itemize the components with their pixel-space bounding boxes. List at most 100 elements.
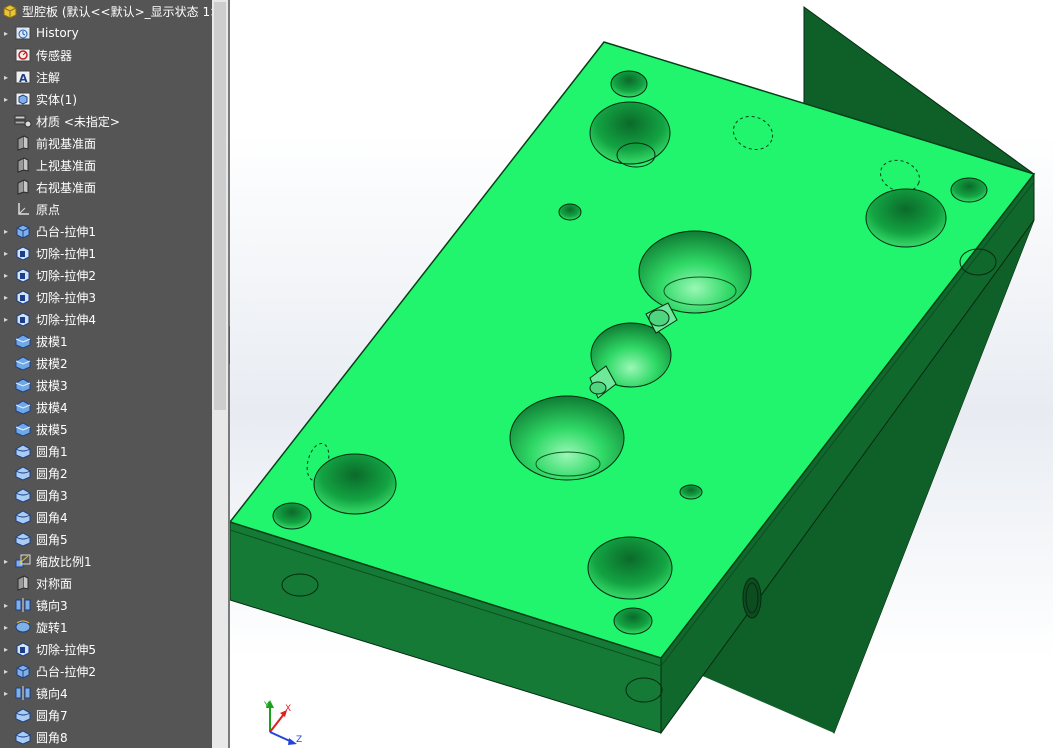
tree-item-28[interactable]: ▸ 切除-拉伸5 bbox=[0, 638, 212, 660]
tree-item-14[interactable]: 拔模1 bbox=[0, 330, 212, 352]
tree-item-2[interactable]: ▸ A 注解 bbox=[0, 66, 212, 88]
tree-item-4[interactable]: 材质 <未指定> bbox=[0, 110, 212, 132]
tree-item-29[interactable]: ▸ 凸台-拉伸2 bbox=[0, 660, 212, 682]
extrude-cut-icon bbox=[14, 267, 32, 283]
fillet-icon bbox=[14, 465, 32, 481]
tree-item-label: 实体(1) bbox=[36, 92, 77, 107]
draft-icon bbox=[14, 377, 32, 393]
tree-item-12[interactable]: ▸ 切除-拉伸3 bbox=[0, 286, 212, 308]
tree-item-1[interactable]: 传感器 bbox=[0, 44, 212, 66]
tree-item-label: 拔模3 bbox=[36, 378, 68, 393]
tree-item-16[interactable]: 拔模3 bbox=[0, 374, 212, 396]
expand-arrow-icon[interactable]: ▸ bbox=[1, 227, 11, 236]
tree-item-24[interactable]: ▸ 缩放比例1 bbox=[0, 550, 212, 572]
graphics-viewport[interactable]: Y X Z bbox=[230, 0, 1053, 748]
tree-item-0[interactable]: ▸ History bbox=[0, 22, 212, 44]
expand-arrow-icon[interactable]: ▸ bbox=[1, 315, 11, 324]
plane-icon bbox=[14, 157, 32, 173]
tree-item-11[interactable]: ▸ 切除-拉伸2 bbox=[0, 264, 212, 286]
tree-item-31[interactable]: 圆角7 bbox=[0, 704, 212, 726]
tree-item-20[interactable]: 圆角2 bbox=[0, 462, 212, 484]
tree-item-30[interactable]: ▸ 镜向4 bbox=[0, 682, 212, 704]
expand-arrow-icon[interactable]: ▸ bbox=[1, 95, 11, 104]
expand-arrow-icon[interactable]: ▸ bbox=[1, 645, 11, 654]
tree-item-label: 拔模1 bbox=[36, 334, 68, 349]
tree-item-22[interactable]: 圆角4 bbox=[0, 506, 212, 528]
expand-arrow-icon[interactable]: ▸ bbox=[1, 557, 11, 566]
tree-item-label: 切除-拉伸3 bbox=[36, 290, 96, 305]
tree-item-label: 上视基准面 bbox=[36, 158, 97, 173]
tree-item-label: 前视基准面 bbox=[36, 136, 97, 151]
tree-item-label: 材质 <未指定> bbox=[36, 114, 120, 129]
mirror-icon bbox=[14, 685, 32, 701]
tree-item-9[interactable]: ▸ 凸台-拉伸1 bbox=[0, 220, 212, 242]
fillet-icon bbox=[14, 531, 32, 547]
expand-arrow-icon[interactable]: ▸ bbox=[1, 249, 11, 258]
tree-item-18[interactable]: 拔模5 bbox=[0, 418, 212, 440]
expand-arrow-icon[interactable]: ▸ bbox=[1, 271, 11, 280]
tree-item-label: 拔模5 bbox=[36, 422, 68, 437]
tree-item-label: 凸台-拉伸1 bbox=[36, 224, 96, 239]
tree-item-label: 拔模4 bbox=[36, 400, 68, 415]
mold-plate-model[interactable] bbox=[230, 0, 1053, 748]
triad-z-label: Z bbox=[296, 735, 302, 745]
tree-item-10[interactable]: ▸ 切除-拉伸1 bbox=[0, 242, 212, 264]
tree-item-27[interactable]: ▸ 旋转1 bbox=[0, 616, 212, 638]
tree-item-label: 圆角2 bbox=[36, 466, 68, 481]
tree-item-label: 原点 bbox=[36, 202, 61, 217]
extrude-cut-icon bbox=[14, 245, 32, 261]
view-orientation-triad: Y X Z bbox=[258, 698, 306, 746]
tree-item-25[interactable]: 对称面 bbox=[0, 572, 212, 594]
history-icon bbox=[14, 25, 32, 41]
tree-item-label: 凸台-拉伸2 bbox=[36, 664, 96, 679]
expand-arrow-icon[interactable]: ▸ bbox=[1, 29, 11, 38]
extrude-cut-icon bbox=[14, 311, 32, 327]
draft-icon bbox=[14, 399, 32, 415]
scrollbar-thumb[interactable] bbox=[214, 2, 226, 410]
tree-item-21[interactable]: 圆角3 bbox=[0, 484, 212, 506]
expand-arrow-icon[interactable]: ▸ bbox=[1, 689, 11, 698]
feature-tree-scrollbar[interactable] bbox=[212, 0, 228, 748]
annotation-icon: A bbox=[14, 69, 32, 85]
feature-tree-panel: 型腔板 (默认<<默认>_显示状态 1>) ▸ History 传感器 ▸ A 注解 ▸ 实体… bbox=[0, 0, 212, 748]
tree-item-label: 切除-拉伸5 bbox=[36, 642, 96, 657]
tree-item-8[interactable]: 原点 bbox=[0, 198, 212, 220]
tree-item-17[interactable]: 拔模4 bbox=[0, 396, 212, 418]
expand-arrow-icon[interactable]: ▸ bbox=[1, 667, 11, 676]
tree-item-label: 切除-拉伸1 bbox=[36, 246, 96, 261]
tree-item-label: 圆角4 bbox=[36, 510, 68, 525]
expand-arrow-icon[interactable]: ▸ bbox=[1, 293, 11, 302]
expand-arrow-icon[interactable]: ▸ bbox=[1, 601, 11, 610]
tree-item-15[interactable]: 拔模2 bbox=[0, 352, 212, 374]
tree-item-23[interactable]: 圆角5 bbox=[0, 528, 212, 550]
svg-text:A: A bbox=[19, 72, 28, 85]
tree-item-label: History bbox=[36, 26, 79, 40]
tree-item-26[interactable]: ▸ 镜向3 bbox=[0, 594, 212, 616]
draft-icon bbox=[14, 333, 32, 349]
expand-arrow-icon[interactable]: ▸ bbox=[1, 623, 11, 632]
tree-item-5[interactable]: 前视基准面 bbox=[0, 132, 212, 154]
extrude-cut-icon bbox=[14, 289, 32, 305]
tree-item-label: 镜向4 bbox=[36, 686, 68, 701]
part-icon bbox=[1, 3, 19, 19]
tree-item-13[interactable]: ▸ 切除-拉伸4 bbox=[0, 308, 212, 330]
plane-icon bbox=[14, 179, 32, 195]
material-icon bbox=[14, 113, 32, 129]
tree-item-7[interactable]: 右视基准面 bbox=[0, 176, 212, 198]
tree-item-3[interactable]: ▸ 实体(1) bbox=[0, 88, 212, 110]
feature-tree-root[interactable]: 型腔板 (默认<<默认>_显示状态 1>) bbox=[0, 0, 212, 22]
tree-item-32[interactable]: 圆角8 bbox=[0, 726, 212, 748]
fillet-icon bbox=[14, 707, 32, 723]
tree-item-6[interactable]: 上视基准面 bbox=[0, 154, 212, 176]
tree-item-label: 圆角7 bbox=[36, 708, 68, 723]
tree-item-label: 传感器 bbox=[36, 48, 73, 63]
expand-arrow-icon[interactable]: ▸ bbox=[1, 73, 11, 82]
fillet-icon bbox=[14, 509, 32, 525]
plane-icon bbox=[14, 135, 32, 151]
tree-item-label: 右视基准面 bbox=[36, 180, 97, 195]
fillet-icon bbox=[14, 729, 32, 745]
extrude-boss-icon bbox=[14, 223, 32, 239]
tree-item-label: 切除-拉伸2 bbox=[36, 268, 96, 283]
revolve-icon bbox=[14, 619, 32, 635]
tree-item-19[interactable]: 圆角1 bbox=[0, 440, 212, 462]
